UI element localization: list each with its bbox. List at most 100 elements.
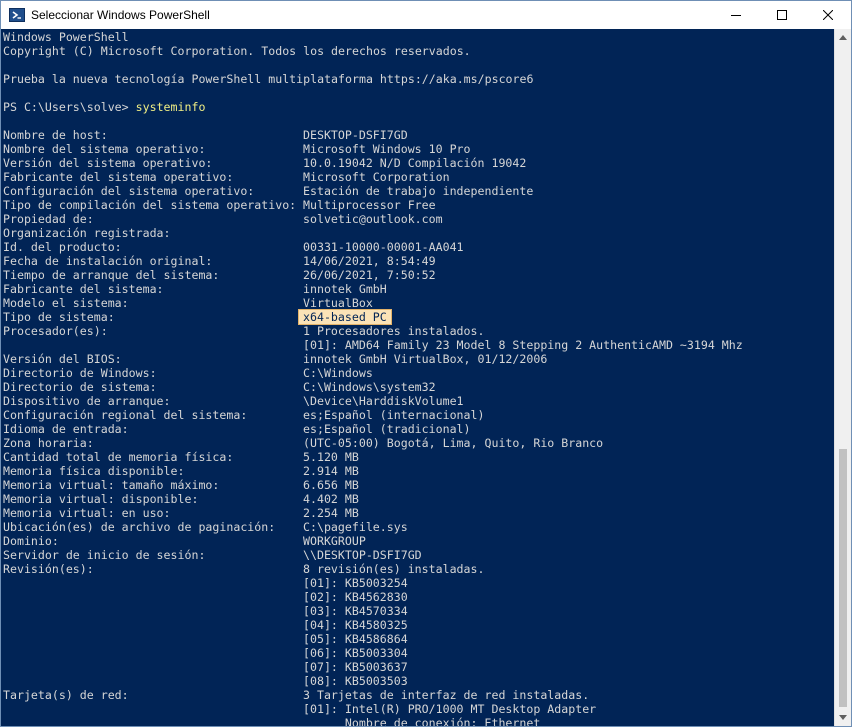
info-row: Fabricante del sistema: innotek GmbH [3, 282, 835, 296]
info-row: Versión del BIOS: innotek GmbH VirtualBox… [3, 352, 835, 366]
info-label: Tipo de sistema: [3, 310, 115, 324]
info-label: Directorio de sistema: [3, 380, 157, 394]
info-value: es;Español (tradicional) [303, 422, 471, 436]
info-row: Tarjeta(s) de red: 3 Tarjetas de interfaz… [3, 688, 835, 702]
info-label: Dominio: [3, 534, 59, 548]
info-row [3, 114, 835, 128]
info-label: Procesador(es): [3, 324, 108, 338]
powershell-window: Seleccionar Windows PowerShell Windows P… [0, 0, 852, 727]
vertical-scrollbar[interactable] [834, 29, 851, 726]
info-row: Tipo de compilación del sistema operativ… [3, 198, 835, 212]
info-value: [02]: KB4562830 [303, 590, 408, 604]
info-label: Id. del producto: [3, 240, 122, 254]
info-row: Propiedad de: solvetic@outlook.com [3, 212, 835, 226]
info-value: Estación de trabajo independiente [303, 184, 534, 198]
info-value: innotek GmbH [303, 282, 387, 296]
info-row: Cantidad total de memoria física: 5.120 M… [3, 450, 835, 464]
info-row: [03]: KB4570334 [3, 604, 835, 618]
info-row: Tiempo de arranque del sistema: 26/06/202… [3, 268, 835, 282]
info-value: [03]: KB4570334 [303, 604, 408, 618]
info-value: [01]: KB5003254 [303, 576, 408, 590]
info-value: 14/06/2021, 8:54:49 [303, 254, 436, 268]
console-line: Copyright (C) Microsoft Corporation. Tod… [3, 44, 471, 58]
info-row: Dispositivo de arranque: \Device\Harddisk… [3, 394, 835, 408]
scroll-down-button[interactable] [835, 709, 851, 726]
info-value: solvetic@outlook.com [303, 212, 443, 226]
window-title: Seleccionar Windows PowerShell [31, 8, 210, 22]
info-row: Memoria virtual: tamaño máximo: 6.656 MB [3, 478, 835, 492]
systeminfo-output: Nombre de host: DESKTOP-DSFI7GD Nombre del… [3, 114, 835, 726]
scroll-up-button[interactable] [835, 29, 851, 46]
info-value: [05]: KB4586864 [303, 632, 408, 646]
info-value: 5.120 MB [303, 450, 359, 464]
info-row: [07]: KB5003637 [3, 660, 835, 674]
info-row: [01]: KB5003254 [3, 576, 835, 590]
info-row: Memoria física disponible: 2.914 MB [3, 464, 835, 478]
info-row: Nombre de host: DESKTOP-DSFI7GD [3, 128, 835, 142]
info-label: Modelo el sistema: [3, 296, 129, 310]
info-value: C:\pagefile.sys [303, 520, 408, 534]
info-value: Microsoft Corporation [303, 170, 450, 184]
console-line: Prueba la nueva tecnología PowerShell mu… [3, 72, 534, 86]
info-value: innotek GmbH VirtualBox, 01/12/2006 [303, 352, 548, 366]
info-label: Directorio de Windows: [3, 366, 157, 380]
info-value: 1 Procesadores instalados. [303, 324, 485, 338]
info-value: [04]: KB4580325 [303, 618, 408, 632]
info-row: [01]: AMD64 Family 23 Model 8 Stepping 2… [3, 338, 835, 352]
title-bar[interactable]: Seleccionar Windows PowerShell [1, 1, 851, 29]
info-label: Zona horaria: [3, 436, 94, 450]
info-row: Idioma de entrada: es;Español (tradiciona… [3, 422, 835, 436]
info-row: Id. del producto: 00331-10000-00001-AA041 [3, 240, 835, 254]
info-row: Revisión(es): 8 revisión(es) instaladas. [3, 562, 835, 576]
info-row: Directorio de sistema: C:\Windows\system3… [3, 380, 835, 394]
info-value: WORKGROUP [303, 534, 366, 548]
info-row: Modelo el sistema: VirtualBox [3, 296, 835, 310]
info-value: \\DESKTOP-DSFI7GD [303, 548, 422, 562]
info-row: Fabricante del sistema operativo: Microso… [3, 170, 835, 184]
info-value: Multiprocessor Free [303, 198, 436, 212]
info-label: Memoria física disponible: [3, 464, 185, 478]
info-row: Tipo de sistema: x64-based PC [3, 309, 835, 325]
info-row: Versión del sistema operativo: 10.0.19042… [3, 156, 835, 170]
info-row: Dominio: WORKGROUP [3, 534, 835, 548]
info-row: Memoria virtual: disponible: 4.402 MB [3, 492, 835, 506]
info-value: [01]: Intel(R) PRO/1000 MT Desktop Adapt… [303, 702, 597, 716]
minimize-button[interactable] [713, 1, 759, 29]
info-value: 26/06/2021, 7:50:52 [303, 268, 436, 282]
info-value: [07]: KB5003637 [303, 660, 408, 674]
close-button[interactable] [805, 1, 851, 29]
info-row: Directorio de Windows: C:\Windows [3, 366, 835, 380]
info-label: Nombre del sistema operativo: [3, 142, 206, 156]
info-label: Memoria virtual: en uso: [3, 506, 171, 520]
info-row: Organización registrada: [3, 226, 835, 240]
info-label: Tarjeta(s) de red: [3, 688, 129, 702]
info-value: 6.656 MB [303, 478, 359, 492]
info-value: C:\Windows\system32 [303, 380, 436, 394]
info-value: C:\Windows [303, 366, 373, 380]
info-row: [04]: KB4580325 [3, 618, 835, 632]
console-output[interactable]: Windows PowerShell Copyright (C) Microso… [3, 30, 835, 726]
info-value: DESKTOP-DSFI7GD [303, 128, 408, 142]
info-value: 3 Tarjetas de interfaz de red instaladas… [303, 688, 590, 702]
info-value: [06]: KB5003304 [303, 646, 408, 660]
info-value: VirtualBox [303, 296, 373, 310]
info-value: [08]: KB5003503 [303, 674, 408, 688]
info-row: [06]: KB5003304 [3, 646, 835, 660]
info-label: Fecha de instalación original: [3, 254, 213, 268]
prompt: PS C:\Users\solve> [3, 100, 136, 114]
info-label: Configuración regional del sistema: [3, 408, 248, 422]
info-row: Nombre de conexión: Ethernet [3, 716, 835, 726]
info-label: Servidor de inicio de sesión: [3, 548, 206, 562]
info-label: Organización registrada: [3, 226, 171, 240]
maximize-button[interactable] [759, 1, 805, 29]
prompt-line: PS C:\Users\solve> systeminfo [3, 100, 835, 114]
info-row: [08]: KB5003503 [3, 674, 835, 688]
info-value: 4.402 MB [303, 492, 359, 506]
info-row: Procesador(es): 1 Procesadores instalados… [3, 324, 835, 338]
info-label: Dispositivo de arranque: [3, 394, 171, 408]
info-label: Versión del BIOS: [3, 352, 122, 366]
scrollbar-thumb[interactable] [839, 449, 847, 707]
info-value: 8 revisión(es) instaladas. [303, 562, 485, 576]
